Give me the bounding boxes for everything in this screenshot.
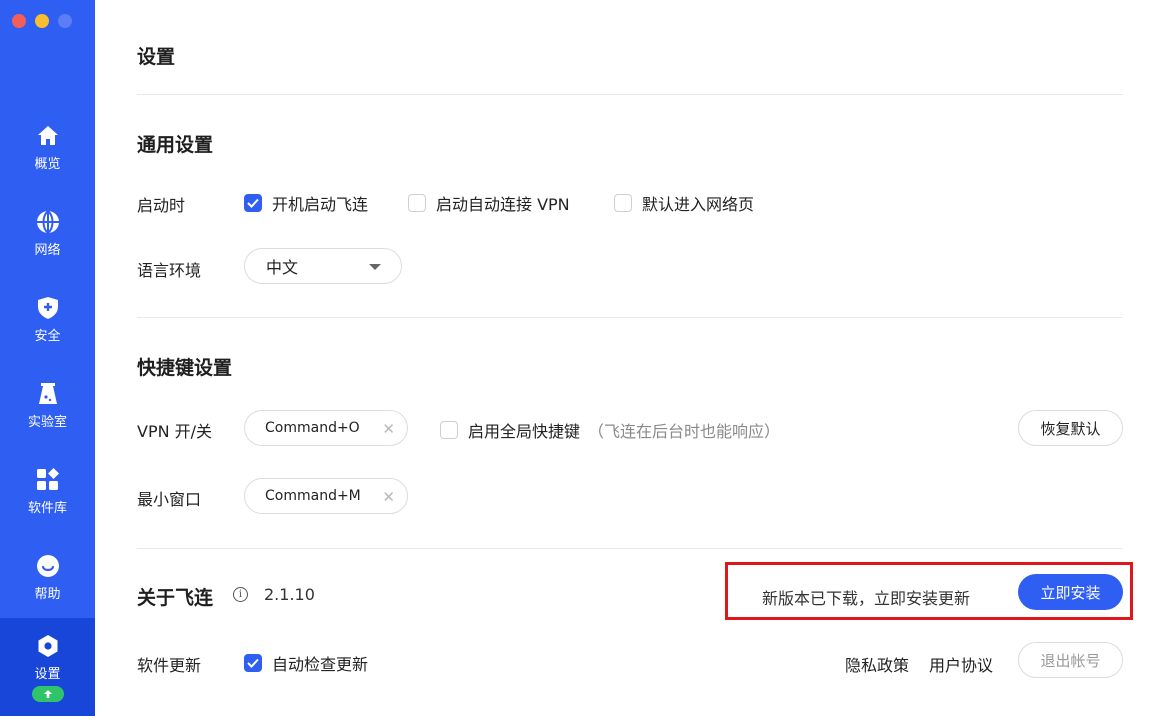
startup-label: 启动时 — [137, 196, 186, 215]
sidebar-item-settings[interactable]: 设置 — [0, 618, 95, 716]
sidebar-item-label: 软件库 — [27, 500, 67, 516]
clear-icon[interactable]: ✕ — [382, 488, 395, 506]
shortcut-settings-title: 快捷键设置 — [137, 357, 233, 379]
sidebar: 概览 网络 安全 实验室 软件库 帮助 设置 — [0, 0, 95, 716]
startup-launch-label: 开机启动飞连 — [272, 195, 369, 214]
auto-check-update-option[interactable]: 自动检查更新 — [244, 651, 368, 675]
sidebar-item-label: 帮助 — [34, 586, 61, 602]
vpn-hotkey-input[interactable]: Command+O ✕ — [244, 410, 408, 446]
info-icon[interactable]: i — [233, 587, 248, 602]
sidebar-item-software[interactable]: 软件库 — [0, 448, 95, 534]
sidebar-item-help[interactable]: 帮助 — [0, 534, 95, 620]
logout-button[interactable]: 退出帐号 — [1018, 642, 1123, 678]
apps-icon — [35, 467, 61, 493]
startup-launch-option[interactable]: 开机启动飞连 — [244, 191, 368, 215]
minimize-hotkey-input[interactable]: Command+M ✕ — [244, 478, 408, 514]
divider — [137, 548, 1123, 549]
sidebar-item-label: 网络 — [34, 242, 61, 258]
auto-connect-vpn-label: 启动自动连接 VPN — [436, 195, 570, 214]
minimize-hotkey-value: Command+M — [265, 488, 361, 504]
about-title: 关于飞连 — [137, 587, 214, 609]
minimize-window-button[interactable] — [35, 14, 49, 28]
page-title: 设置 — [137, 46, 176, 68]
sidebar-item-security[interactable]: 安全 — [0, 276, 95, 362]
default-network-page-option[interactable]: 默认进入网络页 — [614, 191, 754, 215]
close-window-button[interactable] — [12, 14, 26, 28]
clear-icon[interactable]: ✕ — [382, 420, 395, 438]
help-icon — [35, 553, 61, 579]
minimize-window-label: 最小窗口 — [137, 490, 202, 509]
sidebar-item-label: 设置 — [34, 666, 61, 682]
global-hotkey-hint: （飞连在后台时也能响应） — [588, 422, 781, 441]
sidebar-item-label: 实验室 — [27, 414, 67, 430]
sidebar-item-label: 安全 — [34, 328, 61, 344]
sidebar-item-overview[interactable]: 概览 — [0, 104, 95, 190]
checkbox-unchecked[interactable] — [408, 194, 426, 212]
language-select[interactable]: 中文 — [244, 248, 402, 284]
globe-icon — [35, 209, 61, 235]
version-number: 2.1.10 — [264, 585, 315, 604]
divider — [137, 317, 1123, 318]
sidebar-item-label: 概览 — [34, 156, 61, 172]
global-hotkey-label: 启用全局快捷键 — [468, 422, 581, 441]
highlight-box — [725, 562, 1133, 620]
flask-icon — [35, 381, 61, 407]
window-controls — [12, 14, 72, 28]
software-update-label: 软件更新 — [137, 656, 202, 675]
checkbox-unchecked[interactable] — [440, 421, 458, 439]
default-network-page-label: 默认进入网络页 — [642, 195, 755, 214]
settings-icon — [35, 633, 61, 659]
global-hotkey-option[interactable]: 启用全局快捷键 （飞连在后台时也能响应） — [440, 418, 780, 442]
divider — [137, 94, 1123, 95]
sidebar-item-network[interactable]: 网络 — [0, 190, 95, 276]
checkbox-checked[interactable] — [244, 194, 262, 212]
caret-down-icon — [369, 264, 381, 270]
auto-connect-vpn-option[interactable]: 启动自动连接 VPN — [408, 191, 570, 215]
vpn-hotkey-value: Command+O — [265, 420, 360, 436]
app-window: 概览 网络 安全 实验室 软件库 帮助 设置 设置 通用设置 启动时 开机启动飞… — [0, 0, 1151, 720]
zoom-window-button[interactable] — [58, 14, 72, 28]
auto-check-update-label: 自动检查更新 — [272, 655, 369, 674]
privacy-policy-link[interactable]: 隐私政策 — [845, 652, 909, 676]
language-value: 中文 — [266, 258, 299, 277]
user-agreement-link[interactable]: 用户协议 — [929, 652, 993, 676]
general-settings-title: 通用设置 — [137, 134, 214, 156]
language-label: 语言环境 — [137, 261, 202, 280]
shield-icon — [35, 295, 61, 321]
checkbox-unchecked[interactable] — [614, 194, 632, 212]
home-icon — [35, 123, 61, 149]
sidebar-item-lab[interactable]: 实验室 — [0, 362, 95, 448]
update-arrow-icon[interactable] — [31, 685, 64, 702]
checkbox-checked[interactable] — [244, 654, 262, 672]
vpn-toggle-label: VPN 开/关 — [137, 422, 213, 441]
restore-default-button[interactable]: 恢复默认 — [1018, 410, 1123, 446]
